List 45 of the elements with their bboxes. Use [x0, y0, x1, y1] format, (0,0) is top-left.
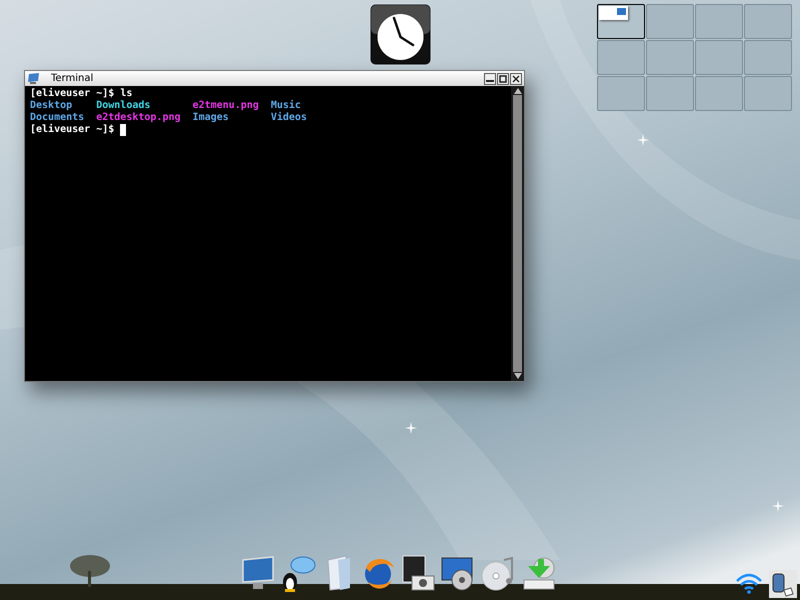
maximize-icon [499, 74, 507, 82]
desktop-thumbnail[interactable] [695, 76, 743, 111]
desktop-thumbnail[interactable] [597, 76, 645, 111]
desktop-thumbnail[interactable] [695, 40, 743, 75]
window-title: Terminal [51, 72, 94, 86]
monitor-icon [617, 8, 626, 15]
clock-icon[interactable] [370, 4, 431, 65]
file-name: Videos [270, 112, 308, 124]
maximize-button[interactable] [497, 72, 509, 84]
file-name: e2tmenu.png [192, 100, 260, 112]
prompt-text: [eliveuser ~]$ [30, 88, 114, 100]
music-disc-icon[interactable] [480, 554, 516, 592]
desktop-thumbnail[interactable] [744, 40, 792, 75]
monitor-icon [27, 73, 40, 84]
command-text: ls [120, 88, 132, 100]
wifi-icon[interactable] [735, 572, 763, 594]
desktop-thumbnail[interactable] [646, 76, 694, 111]
prompt-text: [eliveuser ~]$ [30, 124, 114, 136]
desktop-thumbnail[interactable] [597, 4, 645, 39]
file-name: Desktop [30, 100, 74, 112]
chat-penguin-icon[interactable] [280, 554, 316, 592]
sparkle-icon [405, 422, 417, 434]
file-name: e2tdesktop.png [96, 112, 182, 124]
minimize-icon [486, 80, 494, 82]
camera-photo-icon[interactable] [400, 554, 436, 592]
desktop-thumbnail[interactable] [744, 4, 792, 39]
sparkle-icon [772, 500, 784, 512]
close-button[interactable] [510, 72, 522, 84]
desktop-thumbnail[interactable] [646, 4, 694, 39]
desktop-thumbnail[interactable] [597, 40, 645, 75]
desktop-thumbnail[interactable] [744, 76, 792, 111]
file-name: Images [192, 112, 230, 124]
battery-plug-icon[interactable] [769, 570, 797, 598]
desktop-thumbnail[interactable] [695, 4, 743, 39]
scrollbar-thumb[interactable] [513, 95, 522, 372]
minimize-button[interactable] [484, 72, 496, 84]
desktop-thumbnail[interactable] [646, 40, 694, 75]
file-name: Music [270, 100, 302, 112]
monitor-icon[interactable] [240, 554, 276, 592]
sparkle-icon [637, 134, 649, 146]
close-icon [512, 74, 520, 82]
tree-icon [68, 553, 112, 587]
file-name: Downloads [96, 100, 152, 112]
file-name: Documents [30, 112, 86, 124]
scrollbar[interactable] [511, 86, 524, 381]
